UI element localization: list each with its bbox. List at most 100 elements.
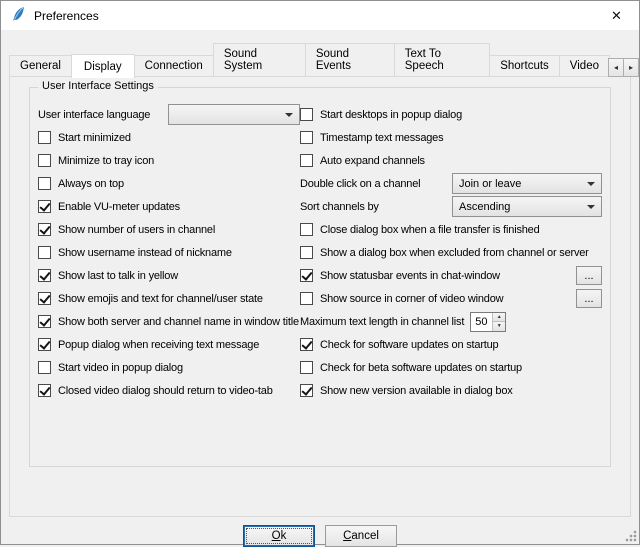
checkbox[interactable] — [38, 200, 51, 213]
checkbox-label: Minimize to tray icon — [58, 155, 154, 167]
statusbar-events-row[interactable]: Show statusbar events in chat-window ... — [300, 264, 602, 287]
checkbox-row[interactable]: Check for software updates on startup — [300, 333, 602, 356]
checkbox[interactable] — [38, 131, 51, 144]
checkbox[interactable] — [38, 177, 51, 190]
checkbox-row[interactable]: Enable VU-meter updates — [38, 195, 300, 218]
tab-sound-system[interactable]: Sound System — [213, 43, 306, 77]
checkbox[interactable] — [300, 361, 313, 374]
tab-connection[interactable]: Connection — [134, 55, 214, 77]
tab-general[interactable]: General — [9, 55, 72, 77]
checkbox[interactable] — [38, 223, 51, 236]
checkbox-row[interactable]: Show number of users in channel — [38, 218, 300, 241]
sort-channels-select[interactable]: Ascending — [452, 196, 602, 217]
checkbox[interactable] — [300, 131, 313, 144]
checkbox[interactable] — [38, 338, 51, 351]
checkbox-label: Check for software updates on startup — [320, 339, 498, 351]
chevron-down-icon — [587, 182, 595, 186]
checkbox[interactable] — [38, 246, 51, 259]
sort-channels-label: Sort channels by — [300, 201, 379, 213]
sort-channels-select-value: Ascending — [459, 201, 510, 213]
checkbox-label: Timestamp text messages — [320, 132, 443, 144]
max-text-length-value[interactable]: 50 — [471, 313, 492, 331]
checkbox-label: Show source in corner of video window — [320, 293, 503, 305]
checkbox-row[interactable]: Show username instead of nickname — [38, 241, 300, 264]
ok-button[interactable]: Ok — [243, 525, 315, 547]
checkbox[interactable] — [38, 361, 51, 374]
checkbox-row[interactable]: Start minimized — [38, 126, 300, 149]
video-source-row[interactable]: Show source in corner of video window ..… — [300, 287, 602, 310]
language-row: User interface language — [38, 103, 300, 126]
checkbox[interactable] — [38, 384, 51, 397]
language-label: User interface language — [38, 109, 150, 121]
max-text-length-row: Maximum text length in channel list 50 ▲… — [300, 310, 602, 333]
checkbox-label: Closed video dialog should return to vid… — [58, 385, 273, 397]
checkbox-label: Show both server and channel name in win… — [58, 316, 299, 328]
checkbox-row[interactable]: Show both server and channel name in win… — [38, 310, 300, 333]
tab-display[interactable]: Display — [71, 54, 135, 78]
sort-channels-row: Sort channels by Ascending — [300, 195, 602, 218]
spin-down-icon[interactable]: ▼ — [493, 321, 505, 331]
checkbox-label: Show statusbar events in chat-window — [320, 270, 500, 282]
checkbox-label: Always on top — [58, 178, 124, 190]
checkbox-row[interactable]: Minimize to tray icon — [38, 149, 300, 172]
chevron-down-icon — [285, 113, 293, 117]
checkbox-row[interactable]: Show emojis and text for channel/user st… — [38, 287, 300, 310]
checkbox-row[interactable]: Start desktops in popup dialog — [300, 103, 602, 126]
checkbox-row[interactable]: Popup dialog when receiving text message — [38, 333, 300, 356]
checkbox-row[interactable]: Close dialog box when a file transfer is… — [300, 218, 602, 241]
spinner-arrows: ▲ ▼ — [492, 313, 505, 331]
video-source-ellipsis-button[interactable]: ... — [576, 289, 602, 308]
checkbox-row[interactable]: Show last to talk in yellow — [38, 264, 300, 287]
right-column: Start desktops in popup dialog Timestamp… — [300, 103, 602, 402]
window-title: Preferences — [34, 9, 99, 23]
checkbox-row[interactable]: Show new version available in dialog box — [300, 379, 602, 402]
checkbox-row[interactable]: Check for beta software updates on start… — [300, 356, 602, 379]
max-text-length-spinner[interactable]: 50 ▲ ▼ — [470, 312, 506, 332]
checkbox[interactable] — [300, 292, 313, 305]
double-click-select[interactable]: Join or leave — [452, 173, 602, 194]
language-select[interactable] — [168, 104, 300, 125]
checkbox-label: Start video in popup dialog — [58, 362, 183, 374]
tab-text-to-speech[interactable]: Text To Speech — [394, 43, 490, 77]
checkbox[interactable] — [300, 384, 313, 397]
checkbox-label: Show number of users in channel — [58, 224, 215, 236]
checkbox[interactable] — [300, 246, 313, 259]
checkbox-row[interactable]: Timestamp text messages — [300, 126, 602, 149]
checkbox[interactable] — [38, 269, 51, 282]
checkbox-label: Start desktops in popup dialog — [320, 109, 462, 121]
cancel-button[interactable]: Cancel — [325, 525, 397, 547]
user-interface-settings-group: User Interface Settings User interface l… — [29, 87, 611, 467]
tab-shortcuts[interactable]: Shortcuts — [489, 55, 560, 77]
statusbar-events-ellipsis-button[interactable]: ... — [576, 266, 602, 285]
checkbox-row[interactable]: Show a dialog box when excluded from cha… — [300, 241, 602, 264]
checkbox[interactable] — [300, 108, 313, 121]
spin-up-icon[interactable]: ▲ — [493, 313, 505, 322]
double-click-row: Double click on a channel Join or leave — [300, 172, 602, 195]
checkbox-label: Show last to talk in yellow — [58, 270, 178, 282]
checkbox[interactable] — [300, 223, 313, 236]
checkbox-row[interactable]: Always on top — [38, 172, 300, 195]
tab-video[interactable]: Video — [559, 55, 610, 77]
checkbox[interactable] — [300, 269, 313, 282]
checkbox-row[interactable]: Auto expand channels — [300, 149, 602, 172]
close-button[interactable]: ✕ — [594, 1, 639, 30]
tab-scroll-left-icon[interactable]: ◂ — [608, 58, 624, 77]
checkbox-row[interactable]: Closed video dialog should return to vid… — [38, 379, 300, 402]
checkbox-label: Show emojis and text for channel/user st… — [58, 293, 263, 305]
checkbox-label: Show new version available in dialog box — [320, 385, 513, 397]
checkbox-label: Auto expand channels — [320, 155, 425, 167]
checkbox-label: Show a dialog box when excluded from cha… — [320, 247, 589, 259]
titlebar[interactable]: Preferences ✕ — [1, 1, 639, 30]
checkbox-label: Show username instead of nickname — [58, 247, 232, 259]
resize-grip[interactable] — [624, 529, 637, 542]
tab-sound-events[interactable]: Sound Events — [305, 43, 395, 77]
checkbox[interactable] — [38, 315, 51, 328]
checkbox[interactable] — [300, 154, 313, 167]
checkbox[interactable] — [38, 292, 51, 305]
ok-button-label: Ok — [272, 530, 287, 542]
tab-scroll-right-icon[interactable]: ▸ — [623, 58, 639, 77]
checkbox-row[interactable]: Start video in popup dialog — [38, 356, 300, 379]
double-click-select-value: Join or leave — [459, 178, 521, 190]
checkbox[interactable] — [300, 338, 313, 351]
checkbox[interactable] — [38, 154, 51, 167]
